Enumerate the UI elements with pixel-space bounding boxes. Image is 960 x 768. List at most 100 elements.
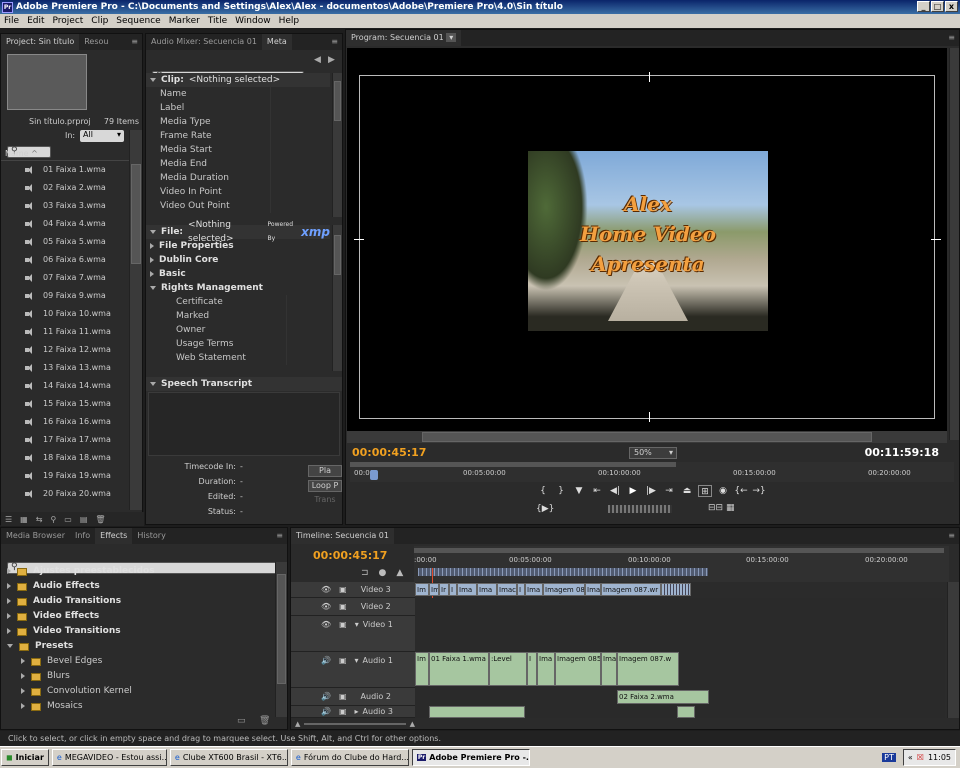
minimize-button[interactable]: _ bbox=[917, 1, 930, 12]
find-icon[interactable]: ⚲ bbox=[50, 515, 56, 524]
metadata-field-value[interactable] bbox=[270, 87, 330, 101]
metadata-field-value[interactable] bbox=[286, 337, 330, 351]
clip-scrollbar[interactable] bbox=[332, 73, 342, 217]
file-section-header[interactable]: File: <Nothing selected> Powered By xmp bbox=[146, 220, 330, 244]
project-column-header[interactable]: Name ^ bbox=[1, 147, 129, 161]
metadata-field-value[interactable] bbox=[270, 171, 330, 185]
list-item[interactable]: 14 Faixa 14.wma bbox=[1, 377, 129, 395]
tab-info[interactable]: Info bbox=[70, 528, 95, 544]
timeline-zoom-slider[interactable]: ▲ ▲ bbox=[291, 719, 415, 729]
metadata-row[interactable]: Media Start bbox=[146, 143, 330, 157]
video-clip[interactable]: Imac bbox=[497, 583, 517, 596]
filmstrip-icon[interactable]: ▣ bbox=[339, 585, 347, 594]
expand-icon[interactable] bbox=[7, 597, 11, 604]
taskbar-item-forum[interactable]: e Fórum do Clube do Hard... bbox=[290, 749, 409, 766]
extract-icon[interactable]: ⊞ bbox=[698, 485, 712, 497]
metadata-row[interactable]: Frame Rate bbox=[146, 129, 330, 143]
metadata-field-value[interactable] bbox=[270, 101, 330, 115]
metadata-field-value[interactable] bbox=[270, 199, 330, 213]
close-button[interactable]: x bbox=[945, 1, 958, 12]
effects-tree-item[interactable]: Audio Transitions bbox=[1, 593, 273, 608]
list-item[interactable]: 10 Faixa 10.wma bbox=[1, 305, 129, 323]
play-in-out-icon[interactable]: {▶} bbox=[536, 503, 554, 515]
eye-icon[interactable]: 👁 bbox=[321, 620, 331, 629]
clock[interactable]: 11:05 bbox=[928, 753, 951, 762]
speaker-icon[interactable]: 🔊 bbox=[321, 656, 331, 665]
audio-clip[interactable]: :Level bbox=[489, 652, 527, 686]
taskbar-item-clube-xt600[interactable]: e Clube XT600 Brasil - XT6... bbox=[169, 749, 288, 766]
video-clip-strip[interactable] bbox=[661, 583, 691, 596]
effects-tree-item[interactable]: Presets bbox=[1, 638, 273, 653]
keyframe-icon[interactable]: ● bbox=[379, 568, 387, 578]
tab-timeline[interactable]: Timeline: Secuencia 01 bbox=[291, 528, 394, 544]
track-header-audio-3[interactable]: 🔊 ▣ ▸ Audio 3 bbox=[291, 706, 415, 718]
expand-icon[interactable] bbox=[21, 702, 25, 709]
zoom-out-icon[interactable]: ▲ bbox=[295, 720, 300, 728]
zoom-track[interactable] bbox=[304, 723, 406, 725]
chevron-down-icon[interactable]: ▾ bbox=[446, 33, 457, 42]
audio-clip[interactable]: Im bbox=[415, 652, 429, 686]
metadata-field-value[interactable] bbox=[270, 129, 330, 143]
metadata-row[interactable]: Media End bbox=[146, 157, 330, 171]
panel-menu-icon[interactable]: ≡ bbox=[276, 531, 283, 540]
list-item[interactable]: 19 Faixa 19.wma bbox=[1, 467, 129, 485]
filmstrip-icon[interactable]: ▣ bbox=[339, 656, 347, 665]
collapse-icon[interactable] bbox=[7, 643, 13, 648]
effects-tree-item[interactable]: Blurs bbox=[1, 668, 273, 683]
transcribe-button[interactable]: Trans bbox=[308, 495, 342, 507]
taskbar-item-premiere[interactable]: Pr Adobe Premiere Pro -... bbox=[411, 749, 530, 766]
speaker-icon[interactable]: 🔊 bbox=[321, 692, 331, 701]
filmstrip-icon[interactable]: ▣ bbox=[339, 707, 347, 716]
timeline-vscroll[interactable] bbox=[947, 582, 959, 718]
playhead-marker[interactable] bbox=[370, 470, 378, 480]
icon-view-icon[interactable]: ▦ bbox=[20, 515, 28, 524]
new-item-icon[interactable]: ▤ bbox=[80, 515, 88, 524]
metadata-row[interactable]: Media Type bbox=[146, 115, 330, 129]
list-item[interactable]: 07 Faixa 7.wma bbox=[1, 269, 129, 287]
audio-clip[interactable]: Ima bbox=[537, 652, 555, 686]
list-item[interactable]: 18 Faixa 18.wma bbox=[1, 449, 129, 467]
tab-audio-mixer[interactable]: Audio Mixer: Secuencia 01 bbox=[146, 34, 262, 50]
file-scrollbar[interactable] bbox=[332, 225, 342, 371]
expand-icon[interactable]: ▾ bbox=[355, 620, 359, 629]
go-to-in-icon[interactable]: ⇤ bbox=[590, 485, 604, 497]
scroll-thumb[interactable] bbox=[131, 164, 141, 264]
play-button[interactable]: Pla bbox=[308, 465, 342, 477]
prev-edit-icon[interactable]: {← bbox=[734, 485, 748, 497]
metadata-row[interactable]: Label bbox=[146, 101, 330, 115]
audio-clip[interactable]: 01 Faixa 1.wma bbox=[429, 652, 489, 686]
filmstrip-icon[interactable]: ▣ bbox=[339, 602, 347, 611]
eye-icon[interactable]: 👁 bbox=[321, 602, 331, 611]
list-item[interactable]: 12 Faixa 12.wma bbox=[1, 341, 129, 359]
menu-file[interactable]: File bbox=[0, 16, 23, 26]
effects-tree-item[interactable]: Audio Effects bbox=[1, 578, 273, 593]
work-area-bar[interactable] bbox=[414, 548, 944, 553]
menu-title[interactable]: Title bbox=[204, 16, 231, 26]
panel-menu-icon[interactable]: ≡ bbox=[948, 531, 955, 540]
effects-tree-item[interactable]: Bevel Edges bbox=[1, 653, 273, 668]
list-item[interactable]: 20 Faixa 20.wma bbox=[1, 485, 129, 501]
list-item[interactable]: 11 Faixa 11.wma bbox=[1, 323, 129, 341]
snap-icon[interactable]: ⊐ bbox=[361, 568, 369, 578]
new-bin-icon[interactable]: ▭ bbox=[237, 716, 246, 726]
expand-icon[interactable]: ▸ bbox=[355, 707, 359, 716]
new-bin-icon[interactable]: ▭ bbox=[64, 515, 72, 524]
list-item[interactable]: 06 Faixa 6.wma bbox=[1, 251, 129, 269]
expand-icon[interactable] bbox=[21, 657, 25, 664]
automate-icon[interactable]: ⇆ bbox=[36, 515, 43, 524]
metadata-section-header[interactable]: Dublin Core bbox=[146, 253, 330, 267]
list-item[interactable]: 05 Faixa 5.wma bbox=[1, 233, 129, 251]
speech-transcript-header[interactable]: Speech Transcript bbox=[146, 377, 342, 391]
metadata-row[interactable]: Web Statement bbox=[146, 351, 330, 365]
prev-arrow-icon[interactable]: ◀ bbox=[314, 55, 321, 65]
panel-menu-icon[interactable]: ≡ bbox=[331, 37, 338, 46]
program-current-timecode[interactable]: 00:00:45:17 bbox=[352, 446, 426, 459]
metadata-field-value[interactable] bbox=[270, 157, 330, 171]
add-marker-icon[interactable]: ▲ bbox=[396, 568, 403, 578]
video-clip[interactable]: I bbox=[517, 583, 525, 596]
play-icon[interactable]: ▶ bbox=[626, 485, 640, 497]
expand-icon[interactable] bbox=[21, 672, 25, 679]
loop-play-button[interactable]: Loop P bbox=[308, 480, 342, 492]
effects-tree-item[interactable]: Video Effects bbox=[1, 608, 273, 623]
trim-monitor-icon[interactable]: ⊟⊟ ▦ bbox=[708, 503, 734, 513]
